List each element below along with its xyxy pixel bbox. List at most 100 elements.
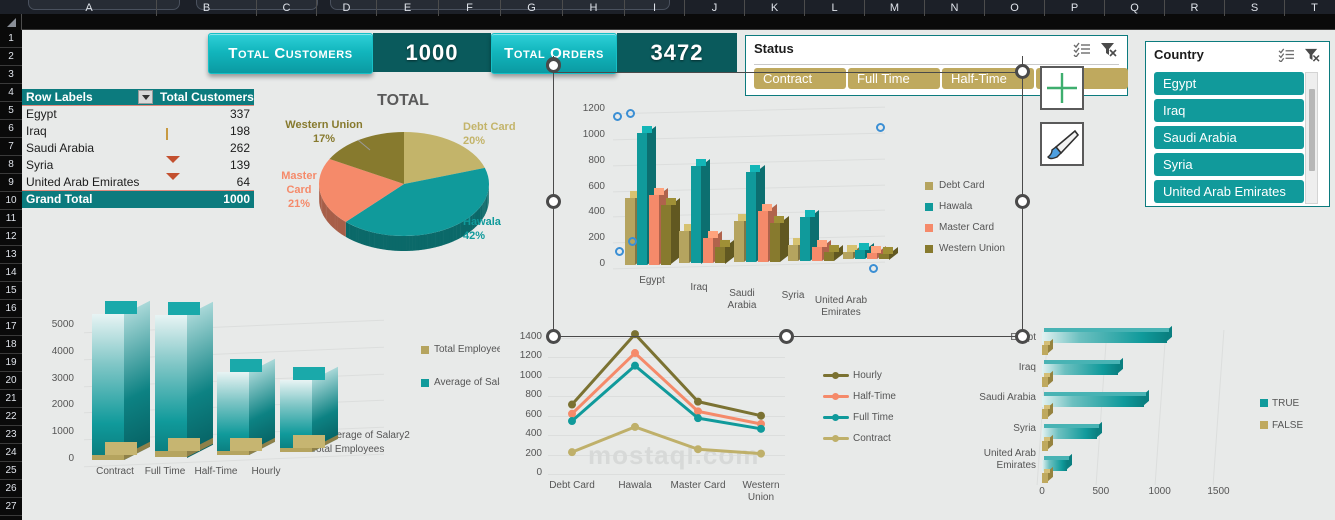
paintbrush-cursor[interactable] xyxy=(1040,122,1084,166)
line-marker-full-time[interactable] xyxy=(694,414,702,423)
bar-egypt-debt-card[interactable] xyxy=(625,190,644,265)
line-series-hourly[interactable] xyxy=(570,332,763,418)
column-header-M[interactable]: M xyxy=(865,0,925,16)
column-header-S[interactable]: S xyxy=(1225,0,1285,16)
slicer-country-item-syria[interactable]: Syria xyxy=(1154,153,1304,176)
column-header-A[interactable]: A xyxy=(22,0,157,16)
bar-saudi-arabia-debt-card[interactable] xyxy=(733,213,753,263)
slicer-country-item-iraq[interactable]: Iraq xyxy=(1154,99,1304,122)
row-header-7[interactable]: 7 xyxy=(0,138,22,156)
line-marker-contract[interactable] xyxy=(568,448,576,457)
row-header-27[interactable]: 27 xyxy=(0,498,22,516)
bar-saudi-arabia-hawala[interactable] xyxy=(745,164,765,263)
bar-syria-master-card[interactable] xyxy=(812,240,832,261)
slicer-country-item-saudi-arabia[interactable]: Saudi Arabia xyxy=(1154,126,1304,149)
chart-salary-by-status[interactable]: 0 1000 2000 3000 4000 5000 Contract Full Time H… xyxy=(22,300,542,515)
line-marker-hourly[interactable] xyxy=(568,400,576,409)
row-header-20[interactable]: 20 xyxy=(0,372,22,390)
bar-full-time-total-employees[interactable] xyxy=(154,438,213,458)
row-header-13[interactable]: 13 xyxy=(0,246,22,264)
row-header-17[interactable]: 17 xyxy=(0,318,22,336)
line-series-half-time[interactable] xyxy=(570,351,763,426)
chart-resize-handle-top-right[interactable] xyxy=(1015,64,1030,79)
bar-hourly-total-employees[interactable] xyxy=(279,434,338,453)
datapoint-handle-5[interactable] xyxy=(615,247,624,256)
slicer-country[interactable]: Country Egypt Iraq Saudi Arabia Syria United… xyxy=(1145,41,1330,207)
datapoint-handle-3[interactable] xyxy=(876,123,885,132)
column-header-P[interactable]: P xyxy=(1045,0,1105,16)
column-header-I[interactable]: I xyxy=(625,0,685,16)
column-header-J[interactable]: J xyxy=(685,0,745,16)
line-marker-contract[interactable] xyxy=(694,445,702,454)
chart-resize-handle-bottom-left[interactable] xyxy=(546,329,561,344)
row-header-6[interactable]: 6 xyxy=(0,120,22,138)
row-header-18[interactable]: 18 xyxy=(0,336,22,354)
bar-syria-debt-card[interactable] xyxy=(788,238,808,261)
column-header-D[interactable]: D xyxy=(317,0,377,16)
clear-filter-icon[interactable] xyxy=(1100,42,1117,57)
line-marker-full-time[interactable] xyxy=(568,417,576,426)
multi-select-icon[interactable] xyxy=(1278,48,1295,62)
column-header-H[interactable]: H xyxy=(563,0,625,16)
bar-contract-average-of-salary2[interactable] xyxy=(92,300,150,460)
bar-saudi-arabia-master-card[interactable] xyxy=(757,204,777,263)
line-marker-contract[interactable] xyxy=(631,422,639,431)
row-header-22[interactable]: 22 xyxy=(0,408,22,426)
column-header-Q[interactable]: Q xyxy=(1105,0,1165,16)
line-marker-full-time[interactable] xyxy=(631,361,639,370)
bar-egypt-false[interactable] xyxy=(1042,338,1053,355)
datapoint-handle-1[interactable] xyxy=(613,112,622,121)
row-header-8[interactable]: 8 xyxy=(0,156,22,174)
line-marker-half-time[interactable] xyxy=(631,349,639,358)
multi-select-icon[interactable] xyxy=(1073,42,1091,57)
datapoint-handle-6[interactable] xyxy=(869,264,878,273)
row-header-9[interactable]: 9 xyxy=(0,174,22,192)
row-header-4[interactable]: 4 xyxy=(0,84,22,102)
bar-egypt-hawala[interactable] xyxy=(637,125,656,265)
row-header-5[interactable]: 5 xyxy=(0,102,22,120)
line-marker-full-time[interactable] xyxy=(757,424,765,433)
row-header-16[interactable]: 16 xyxy=(0,300,22,318)
chart-orders-by-country[interactable]: 0 200 400 600 800 1000 1200 Egypt Iraq Saudi Ara… xyxy=(555,100,1035,335)
column-header-L[interactable]: L xyxy=(805,0,865,16)
line-marker-half-time[interactable] xyxy=(568,409,576,418)
bar-half-time-total-employees[interactable] xyxy=(217,437,275,455)
row-header-25[interactable]: 25 xyxy=(0,462,22,480)
bar-syria-western-union[interactable] xyxy=(824,244,844,261)
bar-iraq-debt-card[interactable] xyxy=(679,224,699,264)
row-header-23[interactable]: 23 xyxy=(0,426,22,444)
line-series-contract[interactable] xyxy=(570,425,763,456)
column-header-K[interactable]: K xyxy=(745,0,805,16)
bar-iraq-true[interactable] xyxy=(1042,357,1123,375)
bar-united-arab-emirates-debt-card[interactable] xyxy=(842,245,862,260)
column-header-B[interactable]: B xyxy=(157,0,257,16)
row-header-10[interactable]: 10 xyxy=(0,192,22,210)
row-header-19[interactable]: 19 xyxy=(0,354,22,372)
row-header-24[interactable]: 24 xyxy=(0,444,22,462)
column-header-G[interactable]: G xyxy=(501,0,563,16)
bar-egypt-master-card[interactable] xyxy=(649,187,668,265)
row-header-2[interactable]: 2 xyxy=(0,48,22,66)
bar-united-arab-emirates-hawala[interactable] xyxy=(854,243,874,260)
row-header-12[interactable]: 12 xyxy=(0,228,22,246)
kpi-resize-handle[interactable] xyxy=(546,58,561,73)
row-header-14[interactable]: 14 xyxy=(0,264,22,282)
bar-egypt-true[interactable] xyxy=(1042,325,1173,343)
select-all-corner[interactable] xyxy=(0,14,22,30)
bar-united-arab-emirates-master-card[interactable] xyxy=(866,245,886,260)
row-header-21[interactable]: 21 xyxy=(0,390,22,408)
line-marker-hourly[interactable] xyxy=(694,397,702,406)
column-header-R[interactable]: R xyxy=(1165,0,1225,16)
bar-syria-false[interactable] xyxy=(1042,434,1053,451)
bar-iraq-master-card[interactable] xyxy=(703,231,723,264)
datapoint-handle-2[interactable] xyxy=(626,109,635,118)
bar-iraq-hawala[interactable] xyxy=(691,158,711,264)
pivot-filter-button[interactable] xyxy=(138,90,153,104)
chart-country-truefalse[interactable]: EgyptIraqSaudi ArabiaSyriaUnited Arab Em… xyxy=(960,320,1335,520)
chart-resize-handle-bottom-mid[interactable] xyxy=(779,329,794,344)
kpi-total-customers-label[interactable]: Total Customers xyxy=(208,33,373,74)
column-header-E[interactable]: E xyxy=(377,0,439,16)
line-marker-contract[interactable] xyxy=(757,449,765,458)
bar-iraq-western-union[interactable] xyxy=(715,239,735,264)
bar-saudi-arabia-true[interactable] xyxy=(1042,389,1150,407)
